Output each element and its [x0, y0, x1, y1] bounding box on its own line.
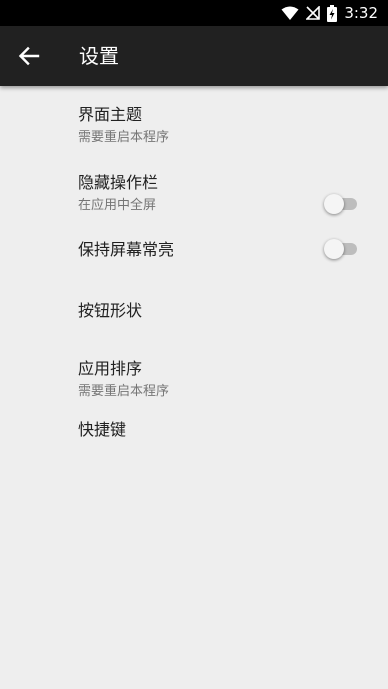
setting-keep-screen-on[interactable]: 保持屏幕常亮	[0, 223, 388, 283]
status-time: 3:32	[344, 4, 378, 22]
setting-button-shape-title: 按钮形状	[78, 301, 143, 320]
settings-list: 界面主题 需要重启本程序 隐藏操作栏 在应用中全屏 保持屏幕常亮 按钮形状 应用…	[0, 86, 388, 474]
setting-app-sort-title: 应用排序	[78, 359, 143, 378]
battery-charging-icon	[327, 4, 338, 22]
back-button[interactable]	[16, 44, 42, 68]
toolbar: 设置	[0, 26, 388, 86]
keep-screen-on-toggle[interactable]	[324, 239, 358, 259]
status-icons: 3:32	[281, 0, 378, 26]
setting-theme-title: 界面主题	[78, 105, 143, 124]
setting-hide-actionbar-subtitle: 在应用中全屏	[78, 198, 157, 213]
page-title: 设置	[79, 44, 119, 68]
setting-app-sort[interactable]: 应用排序 需要重启本程序	[0, 338, 388, 418]
arrow-back-icon	[18, 46, 40, 66]
toggle-thumb	[324, 194, 344, 214]
toggle-thumb	[324, 239, 344, 259]
setting-theme-subtitle: 需要重启本程序	[78, 130, 170, 145]
setting-keep-screen-on-title: 保持屏幕常亮	[78, 240, 175, 259]
setting-button-shape[interactable]: 按钮形状	[0, 283, 388, 338]
setting-app-sort-subtitle: 需要重启本程序	[78, 384, 170, 399]
hide-actionbar-toggle[interactable]	[324, 194, 358, 214]
status-bar: 3:32	[0, 0, 388, 26]
signal-off-icon	[306, 6, 321, 20]
wifi-icon	[281, 6, 299, 20]
setting-theme[interactable]: 界面主题 需要重启本程序	[0, 86, 388, 155]
setting-shortcuts-title: 快捷键	[78, 420, 127, 439]
setting-hide-actionbar[interactable]: 隐藏操作栏 在应用中全屏	[0, 155, 388, 223]
setting-shortcuts[interactable]: 快捷键	[0, 418, 388, 474]
setting-hide-actionbar-title: 隐藏操作栏	[78, 173, 159, 192]
